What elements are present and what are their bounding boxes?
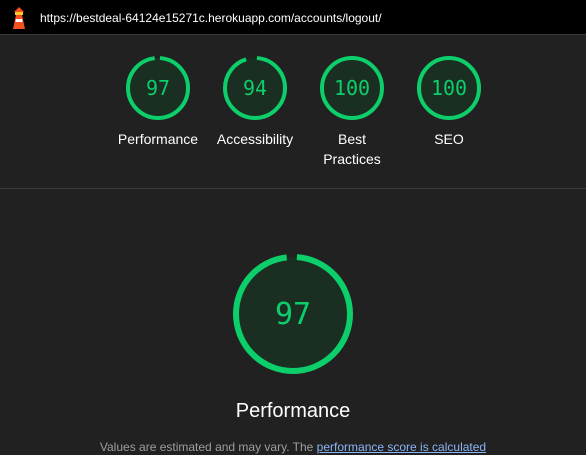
gauge-score: 94	[243, 76, 267, 100]
score-calculator-link[interactable]: performance score is calculated	[317, 440, 486, 454]
gauge-best-practices[interactable]: 100 Best Practices	[302, 55, 402, 169]
category-title: Performance	[235, 400, 351, 422]
gauge-score: 100	[334, 76, 370, 100]
gauge-score: 97	[146, 76, 170, 100]
gauge-accessibility[interactable]: 94 Accessibility	[205, 55, 305, 149]
gauge-ring: 94	[223, 56, 287, 120]
note-text: Values are estimated and may vary. The	[99, 440, 317, 454]
performance-gauge-large: 97	[0, 252, 586, 376]
gauge-ring: 100	[320, 56, 384, 120]
gauge-seo[interactable]: 100 SEO	[399, 55, 499, 149]
gauge-label: Best Practices	[323, 131, 381, 167]
score-summary: 97 Performance 94 Accessibility 100 Best…	[0, 35, 586, 189]
page-url[interactable]: https://bestdeal-64124e15271c.herokuapp.…	[40, 11, 382, 25]
gauge-label: SEO	[434, 131, 464, 147]
gauge-score: 100	[431, 76, 467, 100]
lighthouse-icon	[13, 7, 25, 29]
gauge-ring: 100	[417, 56, 481, 120]
gauge-label: Accessibility	[216, 131, 294, 147]
gauge-performance[interactable]: 97 Performance	[108, 55, 208, 149]
gauge-ring: 97	[126, 56, 190, 120]
gauge-label: Performance	[117, 131, 199, 147]
address-bar: https://bestdeal-64124e15271c.herokuapp.…	[0, 0, 586, 35]
large-score: 97	[275, 297, 311, 332]
score-note: Values are estimated and may vary. The p…	[0, 440, 586, 454]
gauge-ring-large: 97	[233, 254, 353, 374]
